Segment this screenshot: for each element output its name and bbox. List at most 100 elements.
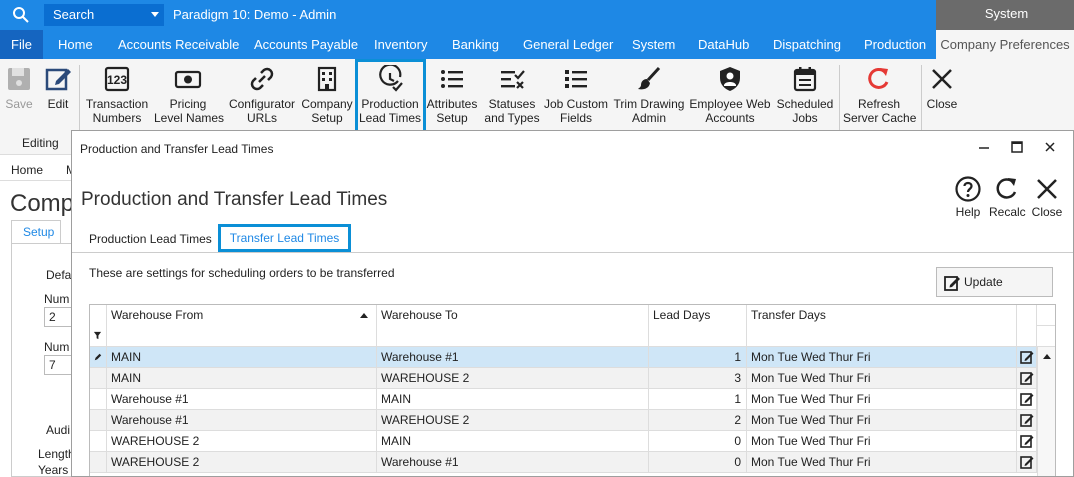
menu-home[interactable]: Home: [58, 30, 93, 59]
column-header-lead-days[interactable]: Lead Days: [649, 305, 747, 326]
filter-row[interactable]: [90, 326, 1055, 347]
refresh-icon: [996, 178, 1017, 199]
filter-cell[interactable]: [107, 326, 377, 347]
refresh-server-cache-button[interactable]: Refresh Server Cache: [843, 65, 916, 125]
title-bar: Search Paradigm 10: Demo - Admin System: [0, 0, 1074, 30]
row-indicator[interactable]: [90, 368, 107, 389]
column-warehouse-from-label: Warehouse From: [111, 308, 204, 322]
cell-warehouse-to: MAIN: [377, 389, 649, 410]
file-menu[interactable]: File: [0, 30, 43, 59]
number-label-1: Num: [44, 292, 70, 306]
tab-transfer-lead-times[interactable]: Transfer Lead Times: [218, 224, 351, 252]
table-row[interactable]: Warehouse #1 MAIN 1 Mon Tue Wed Thur Fri: [90, 389, 1055, 410]
minimize-icon[interactable]: [976, 139, 992, 155]
building-icon: [317, 66, 337, 92]
menu-production[interactable]: Production: [864, 30, 926, 59]
ribbon-close-button[interactable]: Close: [926, 65, 958, 111]
cell-warehouse-to: WAREHOUSE 2: [377, 368, 649, 389]
cell-lead-days: 2: [649, 410, 747, 431]
row-indicator[interactable]: [90, 410, 107, 431]
configurator-urls-line2: URLs: [246, 111, 277, 125]
filter-cell[interactable]: [377, 326, 649, 347]
filter-icon[interactable]: [90, 326, 107, 347]
employee-web-accounts-line2: Accounts: [705, 111, 755, 125]
scheduled-jobs-line1: Scheduled: [776, 97, 834, 111]
row-edit-button[interactable]: [1017, 389, 1037, 410]
dialog-close-button[interactable]: Close: [1030, 175, 1064, 219]
menu-datahub[interactable]: DataHub: [698, 30, 749, 59]
update-selected-button[interactable]: Update Selected: [936, 267, 1053, 317]
help-button[interactable]: Help: [952, 175, 984, 219]
cell-warehouse-from: Warehouse #1: [107, 410, 377, 431]
edit-icon: [1020, 435, 1034, 448]
table-row[interactable]: WAREHOUSE 2 MAIN 0 Mon Tue Wed Thur Fri: [90, 431, 1055, 452]
cell-warehouse-from: MAIN: [107, 347, 377, 368]
filter-cell[interactable]: [649, 326, 747, 347]
menu-inventory[interactable]: Inventory: [374, 30, 427, 59]
pricing-level-names-button[interactable]: Pricing Level Names: [154, 65, 225, 125]
menu-banking[interactable]: Banking: [452, 30, 499, 59]
row-edit-button[interactable]: [1017, 347, 1037, 368]
app-title: Paradigm 10: Demo - Admin: [173, 7, 337, 22]
row-edit-button[interactable]: [1017, 452, 1037, 473]
vertical-scrollbar[interactable]: [1037, 347, 1055, 476]
attributes-setup-button[interactable]: Attributes Setup: [425, 65, 479, 125]
column-header-transfer-days[interactable]: Transfer Days: [747, 305, 1017, 326]
scroll-up-icon[interactable]: [1043, 354, 1051, 359]
row-edit-button[interactable]: [1017, 368, 1037, 389]
list-icon: [441, 70, 463, 88]
row-indicator[interactable]: [90, 431, 107, 452]
search-box[interactable]: Search: [44, 4, 164, 26]
filter-cell[interactable]: [747, 326, 1017, 347]
pricing-level-names-line1: Pricing: [169, 97, 207, 111]
system-label[interactable]: System: [936, 0, 1074, 30]
tab-setup[interactable]: Setup: [11, 220, 61, 243]
employee-web-accounts-button[interactable]: Employee Web Accounts: [689, 65, 771, 125]
menu-system[interactable]: System: [632, 30, 675, 59]
menu-accounts-payable[interactable]: Accounts Payable: [254, 30, 358, 59]
statuses-and-types-button[interactable]: Statuses and Types: [484, 65, 540, 125]
transaction-numbers-button[interactable]: 123 Transaction Numbers: [84, 65, 150, 125]
table-row[interactable]: Warehouse #1 WAREHOUSE 2 2 Mon Tue Wed Thur…: [90, 410, 1055, 431]
scheduled-jobs-button[interactable]: Scheduled Jobs: [775, 65, 835, 125]
cash-icon: [174, 70, 202, 89]
company-setup-button[interactable]: Company Setup: [300, 65, 354, 125]
job-custom-fields-button[interactable]: Job Custom Fields: [543, 65, 609, 125]
search-icon[interactable]: [12, 6, 30, 24]
edit-icon: [1020, 414, 1034, 427]
menu-accounts-receivable[interactable]: Accounts Receivable: [118, 30, 239, 59]
breadcrumb-home[interactable]: Home: [11, 163, 43, 177]
save-button[interactable]: Save: [5, 65, 33, 111]
attributes-setup-line1: Attributes: [426, 97, 478, 111]
window-close-icon[interactable]: [1042, 139, 1058, 155]
cell-warehouse-from: WAREHOUSE 2: [107, 431, 377, 452]
row-indicator[interactable]: [90, 347, 107, 368]
column-header-warehouse-from[interactable]: Warehouse From: [107, 305, 377, 326]
description-text: These are settings for scheduling orders…: [89, 266, 395, 280]
menu-dispatching[interactable]: Dispatching: [773, 30, 841, 59]
row-indicator[interactable]: [90, 389, 107, 410]
production-lead-times-highlight: [355, 59, 426, 134]
column-header-warehouse-to[interactable]: Warehouse To: [377, 305, 649, 326]
row-indicator[interactable]: [90, 452, 107, 473]
tab-production-lead-times[interactable]: Production Lead Times: [89, 232, 212, 246]
configurator-urls-button[interactable]: Configurator URLs: [226, 65, 298, 125]
refresh-icon: [868, 67, 889, 89]
menu-bar: File Home Accounts Receivable Accounts P…: [0, 30, 1074, 59]
edit-button[interactable]: Edit: [44, 65, 72, 111]
table-row[interactable]: MAIN WAREHOUSE 2 3 Mon Tue Wed Thur Fri: [90, 368, 1055, 389]
menu-general-ledger[interactable]: General Ledger: [523, 30, 613, 59]
pricing-level-names-line2: Level Names: [154, 111, 225, 125]
row-edit-button[interactable]: [1017, 410, 1037, 431]
trim-drawing-admin-button[interactable]: Trim Drawing Admin: [613, 65, 685, 125]
lead-times-dialog: Production and Transfer Lead Times Produ…: [71, 130, 1074, 477]
recalc-button[interactable]: Recalc: [989, 175, 1026, 219]
row-indicator-header: [90, 305, 107, 326]
maximize-icon[interactable]: [1009, 139, 1025, 155]
table-row[interactable]: WAREHOUSE 2 Warehouse #1 0 Mon Tue Wed Thur…: [90, 452, 1055, 473]
row-edit-button[interactable]: [1017, 431, 1037, 452]
link-icon: [250, 67, 274, 91]
table-row[interactable]: MAIN Warehouse #1 1 Mon Tue Wed Thur Fri: [90, 347, 1055, 368]
number-label-2: Num: [44, 340, 70, 354]
tab-company-preferences[interactable]: Company Preferences: [936, 30, 1074, 59]
